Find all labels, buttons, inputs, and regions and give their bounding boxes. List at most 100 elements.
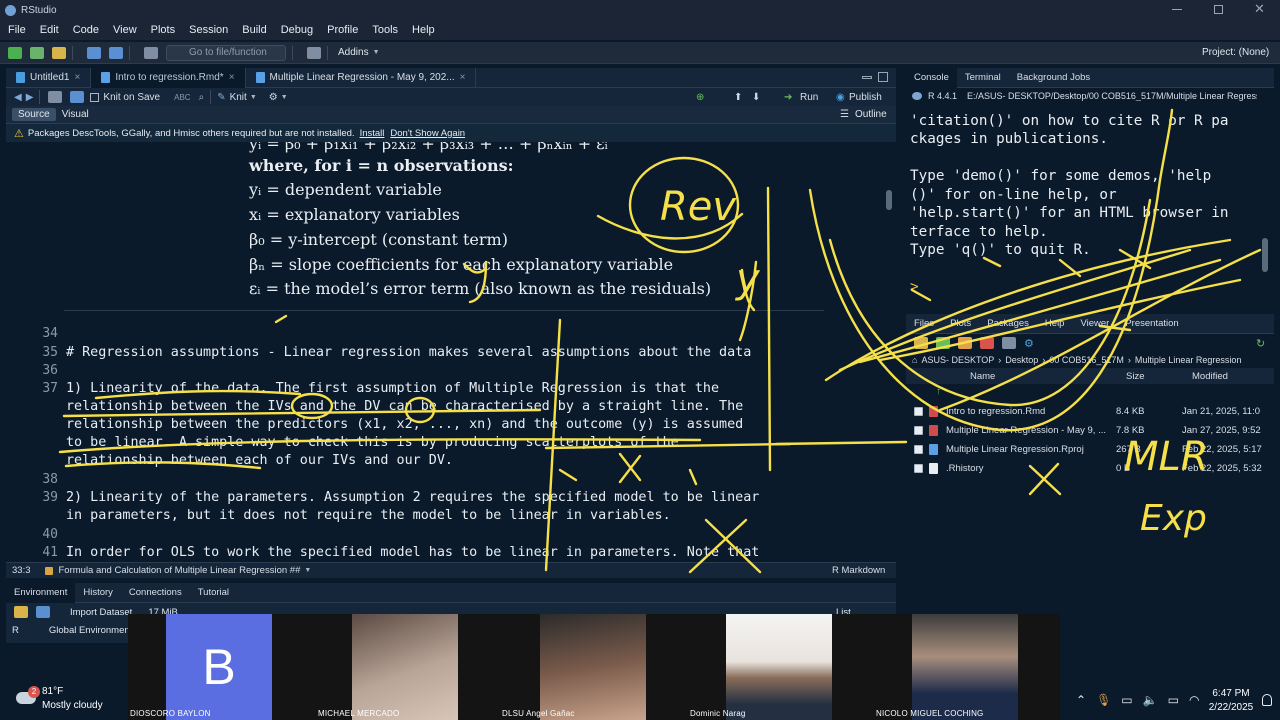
insert-chunk-icon[interactable]: ⊕ [696,92,704,103]
tab-plots[interactable]: Plots [942,318,979,329]
tab-files[interactable]: Files [906,318,942,329]
addins-menu[interactable]: Addins [338,47,369,58]
row-checkbox[interactable] [914,425,923,435]
document-mode-menu[interactable]: R Markdown [832,565,885,576]
up-arrow-icon[interactable]: ⬆ [734,92,742,103]
participant-tile[interactable]: Dominic Narag [688,614,838,720]
go-to-file-input[interactable]: Go to file/function [166,44,286,61]
source-mode-button[interactable]: Source [12,108,56,121]
new-file-icon[interactable] [8,46,22,59]
row-checkbox[interactable] [914,444,923,454]
source-editor[interactable]: yᵢ = β₀ + β₁xᵢ₁ + β₂xᵢ₂ + β₃xᵢ₃ + … + βₙ… [6,142,884,562]
tab-connections[interactable]: Connections [121,587,190,598]
tab-packages[interactable]: Packages [979,318,1037,329]
file-name-link[interactable]: .Rhistory [946,463,1116,474]
knit-icon[interactable]: ✎ [217,92,225,103]
tab-viewer[interactable]: Viewer [1072,318,1117,329]
print-icon[interactable] [144,46,158,59]
close-icon[interactable]: × [74,72,80,83]
delete-icon[interactable] [980,337,994,349]
breadcrumb-item[interactable]: Multiple Linear Regression [1135,355,1242,365]
save-all-icon[interactable] [109,46,123,59]
open-icon[interactable] [14,606,28,618]
back-arrow-icon[interactable]: ◀ [14,92,22,103]
menu-file[interactable]: File [8,24,26,36]
file-name-link[interactable]: Multiple Linear Regression - May 9, ... [946,425,1116,436]
language-select[interactable]: R [12,625,19,636]
new-blank-file-icon[interactable] [936,337,950,349]
save-icon[interactable] [70,91,85,103]
grid-layout-icon[interactable] [307,46,321,59]
row-checkbox[interactable] [914,406,923,416]
volume-icon[interactable]: 🔈 [1143,693,1158,707]
save-icon[interactable] [87,46,101,59]
menu-build[interactable]: Build [242,24,266,36]
participant-tile[interactable]: NICOLO MIGUEL COCHING [874,614,1060,720]
gear-icon[interactable]: ⚙ [269,92,278,103]
table-row[interactable]: Multiple Linear Regression.Rproj 267 B F… [914,440,1274,458]
file-name-link[interactable]: Multiple Linear Regression.Rproj [946,444,1116,455]
console-prompt[interactable]: > [910,278,919,297]
new-project-icon[interactable] [30,46,44,59]
clock[interactable]: 6:47 PM 2/22/2025 [1206,687,1256,715]
notification-bell-icon[interactable] [1262,694,1272,706]
refresh-icon[interactable]: ↻ [1256,337,1265,350]
tab-console[interactable]: Console [906,67,957,88]
tab-multiple-linear-regression[interactable]: Multiple Linear Regression - May 9, 202.… [246,67,477,88]
knit-button[interactable]: Knit [230,92,247,103]
gear-icon[interactable]: ⚙ [1024,337,1034,350]
close-icon[interactable]: × [460,72,466,83]
dont-show-again-link[interactable]: Don't Show Again [390,128,465,139]
tab-environment[interactable]: Environment [6,582,76,603]
close-window-icon[interactable]: ✕ [1254,1,1265,17]
console-output[interactable]: 'citation()' on how to cite R or R pa ck… [906,104,1266,312]
outline-button[interactable]: Outline [855,109,887,120]
tab-terminal[interactable]: Terminal [957,72,1009,83]
column-header-name[interactable]: Name [970,371,995,382]
menu-plots[interactable]: Plots [151,24,175,36]
section-jump-icon[interactable] [44,566,53,575]
table-row[interactable]: Multiple Linear Regression - May 9, ... … [914,421,1274,439]
down-arrow-icon[interactable]: ⬇ [752,92,760,103]
save-icon[interactable] [36,606,50,618]
menu-session[interactable]: Session [189,24,228,36]
knit-on-save-checkbox[interactable] [90,92,100,102]
tab-history[interactable]: History [75,587,121,598]
global-environment-select[interactable]: Global Environment [49,625,132,636]
column-header-size[interactable]: Size [1126,371,1144,382]
breadcrumb-item[interactable]: ASUS- DESKTOP [921,355,994,365]
publish-button[interactable]: Publish [849,92,882,103]
tab-untitled1[interactable]: Untitled1 × [6,67,92,88]
menu-debug[interactable]: Debug [281,24,313,36]
battery-icon[interactable]: ▭ [1168,693,1179,707]
new-folder-icon[interactable] [914,337,928,349]
display-icon[interactable]: ▭ [1121,693,1132,707]
tab-help[interactable]: Help [1037,318,1073,329]
microphone-icon[interactable]: 🎙 [1096,693,1111,707]
project-menu[interactable]: Project: (None) [1202,47,1269,58]
row-checkbox[interactable] [914,463,923,473]
working-directory-path[interactable]: E:/ASUS- DESKTOP/Desktop/00 COB516_517M/… [967,91,1257,101]
participant-tile[interactable]: DLSU Angel Gañac [500,614,650,720]
table-row[interactable]: .Rhistory 0 B Feb 22, 2025, 5:32 [914,459,1274,477]
breadcrumb-item[interactable]: Desktop [1005,355,1038,365]
upload-icon[interactable] [958,337,972,349]
show-in-window-icon[interactable] [48,91,63,103]
file-name-link[interactable]: Intro to regression.Rmd [946,406,1116,417]
home-icon[interactable]: ⌂ [912,355,917,365]
spellcheck-icon[interactable]: ABC [174,93,190,102]
close-icon[interactable]: × [229,72,235,83]
table-row[interactable]: Intro to regression.Rmd 8.4 KB Jan 21, 2… [914,402,1274,420]
breadcrumb-item[interactable]: 00 COB516_517M [1049,355,1124,365]
tab-presentation[interactable]: Presentation [1117,318,1186,329]
editor-scrollbar[interactable] [886,190,892,210]
menu-code[interactable]: Code [73,24,99,36]
tab-tutorial[interactable]: Tutorial [190,587,237,598]
import-dataset-button[interactable]: Import Dataset [70,607,132,618]
weather-widget[interactable]: 2 81°F Mostly cloudy [12,686,122,716]
menu-profile[interactable]: Profile [327,24,358,36]
menu-help[interactable]: Help [412,24,435,36]
visual-mode-button[interactable]: Visual [62,109,89,120]
tab-background-jobs[interactable]: Background Jobs [1009,72,1098,83]
forward-arrow-icon[interactable]: ▶ [26,92,34,103]
